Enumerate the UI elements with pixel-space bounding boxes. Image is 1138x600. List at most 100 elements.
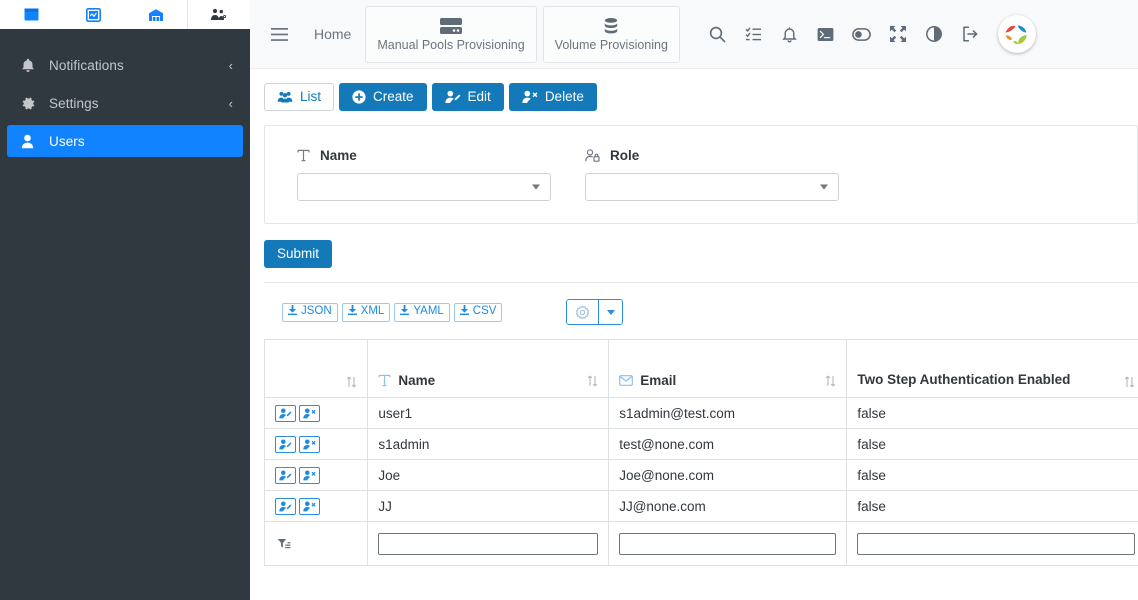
nav-card-label: Manual Pools Provisioning — [377, 38, 524, 52]
edit-button[interactable]: Edit — [432, 83, 504, 111]
export-label: JSON — [301, 306, 332, 318]
sidebar-tab-dashboard[interactable] — [0, 0, 62, 29]
sidebar-item-users[interactable]: Users — [7, 125, 243, 157]
column-header-email[interactable]: Email — [609, 340, 847, 398]
column-header-name[interactable]: Name — [368, 340, 609, 398]
edit-user-icon[interactable] — [275, 436, 296, 453]
monitor-chart-icon — [86, 8, 101, 22]
row-actions-cell — [265, 398, 368, 429]
submit-row: Submit — [250, 224, 1138, 282]
filter-input-email[interactable] — [619, 533, 836, 555]
grid-settings-dropdown[interactable] — [598, 300, 622, 324]
app-logo-icon — [1000, 18, 1033, 51]
edit-user-icon[interactable] — [275, 498, 296, 515]
edit-user-icon[interactable] — [275, 405, 296, 422]
delete-user-icon[interactable] — [299, 405, 320, 422]
crud-toolbar: List Create Edit — [250, 69, 1138, 121]
gear-icon[interactable] — [567, 300, 598, 324]
search-icon[interactable] — [700, 16, 736, 52]
tasklist-icon[interactable] — [736, 16, 772, 52]
database-icon — [601, 17, 621, 36]
download-icon — [288, 305, 297, 319]
filter-field-name: Name — [297, 148, 551, 201]
cell-two-step: false — [847, 398, 1138, 429]
filter-list-icon[interactable] — [277, 538, 357, 550]
delete-user-icon[interactable] — [299, 436, 320, 453]
sidebar-item-notifications[interactable]: Notifications ‹ — [7, 49, 243, 81]
column-label: Two Step Authentication Enabled — [857, 371, 1070, 388]
delete-button[interactable]: Delete — [509, 83, 597, 111]
filter-cell-two-step — [847, 522, 1138, 566]
table-filter-row — [265, 522, 1138, 566]
filter-field-role: Role — [585, 148, 839, 201]
breadcrumb-home[interactable]: Home — [292, 26, 365, 42]
sort-icon[interactable] — [825, 375, 836, 387]
sidebar-item-settings[interactable]: Settings ‹ — [7, 87, 243, 119]
filter-input-two-step[interactable] — [857, 533, 1134, 555]
row-actions-cell — [265, 460, 368, 491]
terminal-icon[interactable] — [808, 16, 844, 52]
fullscreen-icon[interactable] — [880, 16, 916, 52]
export-xml-button[interactable]: XML — [342, 303, 391, 322]
logout-icon[interactable] — [952, 16, 988, 52]
table-row[interactable]: user1 s1admin@test.com false Admin — [265, 398, 1138, 429]
create-button[interactable]: Create — [339, 83, 427, 111]
window-icon — [24, 8, 39, 21]
hamburger-icon[interactable] — [266, 28, 292, 41]
delete-user-icon[interactable] — [299, 498, 320, 515]
chevron-left-icon: ‹ — [229, 97, 233, 110]
column-header-actions[interactable] — [265, 340, 368, 398]
edit-user-icon — [445, 90, 461, 104]
sidebar-tab-storage[interactable] — [125, 0, 187, 29]
filter-role-label-row: Role — [585, 148, 839, 163]
filter-name-select[interactable] — [297, 173, 551, 201]
bell-icon — [21, 58, 43, 73]
top-header: Home Manual Pools Provisioning Volume Pr… — [250, 0, 1138, 69]
sort-icon[interactable] — [346, 376, 357, 388]
edit-user-icon[interactable] — [275, 467, 296, 484]
users-table: Name — [264, 339, 1138, 566]
app-logo[interactable] — [998, 15, 1036, 53]
export-label: YAML — [413, 306, 443, 318]
row-actions-cell — [265, 491, 368, 522]
text-type-icon — [378, 374, 391, 387]
submit-button[interactable]: Submit — [264, 240, 332, 268]
cell-name: s1admin — [368, 429, 609, 460]
export-json-button[interactable]: JSON — [282, 303, 338, 322]
chevron-down-icon — [532, 185, 540, 190]
export-csv-button[interactable]: CSV — [454, 303, 503, 322]
users-group-icon — [210, 8, 227, 21]
sidebar: Notifications ‹ Settings ‹ Users — [0, 0, 250, 600]
cell-name: JJ — [368, 491, 609, 522]
cell-email: test@none.com — [609, 429, 847, 460]
cell-two-step: false — [847, 429, 1138, 460]
cell-email: Joe@none.com — [609, 460, 847, 491]
column-header-two-step[interactable]: Two Step Authentication Enabled — [847, 340, 1138, 398]
table-row[interactable]: s1admin test@none.com false Admin — [265, 429, 1138, 460]
nav-card-manual-pools-provisioning[interactable]: Manual Pools Provisioning — [365, 6, 536, 63]
chevron-down-icon — [820, 185, 828, 190]
delete-user-icon[interactable] — [299, 467, 320, 484]
export-yaml-button[interactable]: YAML — [394, 303, 449, 322]
cell-email: JJ@none.com — [609, 491, 847, 522]
sort-icon[interactable] — [587, 375, 598, 387]
sort-icon[interactable] — [1124, 376, 1135, 388]
sidebar-tab-monitoring[interactable] — [62, 0, 124, 29]
sidebar-menu: Notifications ‹ Settings ‹ Users — [0, 29, 250, 163]
contrast-theme-icon[interactable] — [916, 16, 952, 52]
toggle-icon[interactable] — [844, 16, 880, 52]
download-icon — [400, 305, 409, 319]
list-button[interactable]: List — [264, 83, 334, 111]
cell-name: Joe — [368, 460, 609, 491]
filter-input-name[interactable] — [378, 533, 598, 555]
table-row[interactable]: Joe Joe@none.com false ReadWrite — [265, 460, 1138, 491]
sidebar-tab-users[interactable] — [187, 0, 250, 29]
nav-card-volume-provisioning[interactable]: Volume Provisioning — [543, 6, 680, 63]
table-row[interactable]: JJ JJ@none.com false Read — [265, 491, 1138, 522]
sidebar-tab-strip — [0, 0, 250, 29]
export-label: XML — [361, 306, 385, 318]
export-toolbar: JSON XML YAML — [264, 299, 1138, 339]
download-icon — [460, 305, 469, 319]
bell-icon[interactable] — [772, 16, 808, 52]
filter-role-select[interactable] — [585, 173, 839, 201]
